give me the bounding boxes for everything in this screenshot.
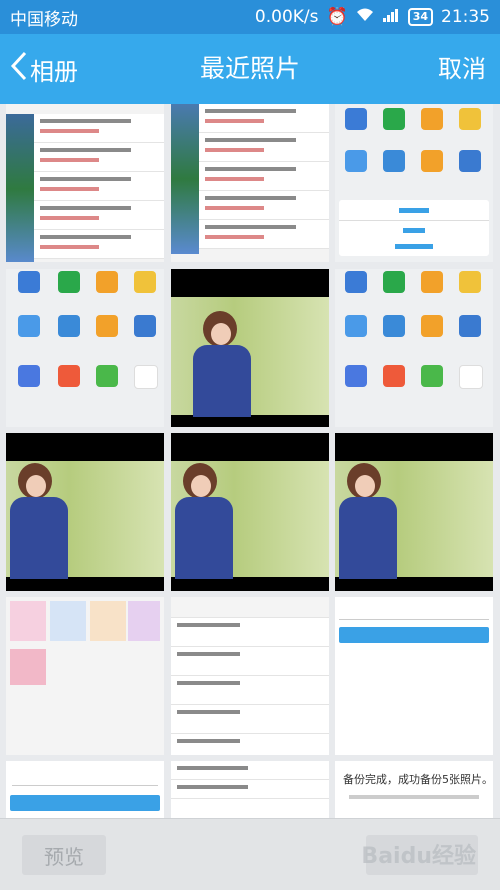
backup-status-text: 备份完成，成功备份5张照片。 [343, 773, 493, 786]
photo-thumbnail[interactable] [6, 269, 164, 427]
chat-list [199, 104, 329, 249]
photo-thumbnail[interactable] [6, 597, 164, 755]
status-bar: 中国移动 0.00K/s ⏰ 34 21:35 [0, 0, 500, 34]
page-title: 最近照片 [199, 54, 300, 83]
photo-thumbnail[interactable] [6, 761, 164, 818]
photo-image [171, 461, 329, 579]
photo-thumbnail[interactable] [171, 104, 329, 262]
photo-thumbnail[interactable] [335, 433, 493, 591]
photo-thumbnail[interactable] [171, 269, 329, 427]
photo-image [335, 461, 493, 579]
photo-thumbnail[interactable] [335, 104, 493, 262]
photo-thumbnail[interactable] [6, 433, 164, 591]
watermark: Baidu经验 [361, 844, 476, 869]
cancel-button[interactable]: 取消 [438, 34, 486, 104]
alarm-icon: ⏰ [326, 7, 348, 27]
photo-thumbnail[interactable] [171, 761, 329, 818]
nav-bar: 相册 最近照片 取消 [0, 34, 500, 104]
chat-list [34, 114, 164, 259]
clock: 21:35 [441, 7, 490, 27]
bottom-bar: 预览 Baidu经验 [0, 818, 500, 890]
photo-grid: 备份完成，成功备份5张照片。 [0, 104, 500, 818]
share-popup [339, 200, 489, 256]
photo-thumbnail[interactable] [171, 433, 329, 591]
carrier-label: 中国移动 [10, 9, 78, 30]
photo-strip [6, 114, 34, 262]
photo-thumbnail[interactable]: 备份完成，成功备份5张照片。 [335, 761, 493, 818]
preview-button[interactable]: 预览 [22, 835, 106, 875]
photo-thumbnail[interactable] [171, 597, 329, 755]
photo-strip [171, 104, 199, 254]
photo-image [6, 461, 164, 579]
battery-icon: 34 [407, 8, 433, 26]
wifi-icon [356, 7, 374, 27]
photo-image [171, 297, 329, 417]
status-right: 0.00K/s ⏰ 34 21:35 [255, 7, 490, 27]
signal-icon [382, 7, 400, 27]
photo-thumbnail[interactable] [6, 104, 164, 262]
photo-thumbnail[interactable] [335, 269, 493, 427]
network-speed: 0.00K/s [254, 7, 319, 27]
photo-thumbnail[interactable] [335, 597, 493, 755]
